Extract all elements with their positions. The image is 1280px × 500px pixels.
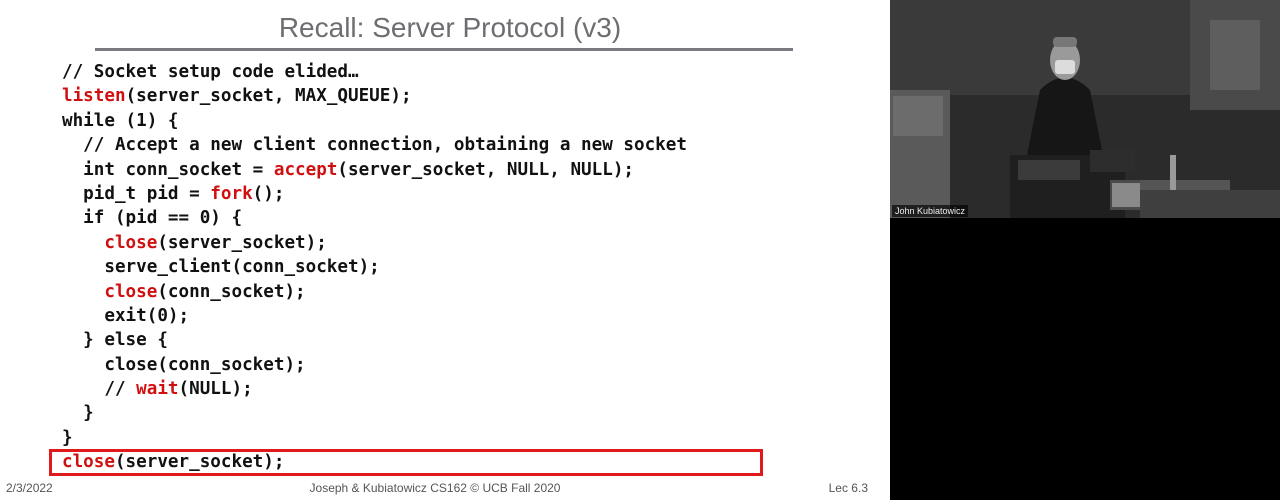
code-text: // Accept a new client connection, obtai… — [62, 135, 687, 156]
code-line: } — [62, 401, 687, 425]
code-keyword: fork — [210, 183, 253, 204]
code-text: close(conn_socket); — [62, 354, 306, 375]
code-text: while (1) { — [62, 110, 179, 131]
speaker-video: John Kubiatowicz — [890, 0, 1280, 218]
code-text: if (pid == 0) { — [62, 208, 243, 229]
code-text: (server_socket, NULL, NULL); — [337, 159, 635, 180]
code-line: } — [62, 426, 687, 450]
code-line: if (pid == 0) { — [62, 206, 687, 230]
code-keyword: listen — [62, 86, 126, 107]
code-line: listen(server_socket, MAX_QUEUE); — [62, 84, 687, 108]
code-line: // wait(NULL); — [62, 377, 687, 401]
footer-course: Joseph & Kubiatowicz CS162 © UCB Fall 20… — [309, 481, 561, 495]
video-frame-image — [890, 0, 1280, 218]
footer-lecture-number: Lec 6.3 — [828, 481, 868, 495]
code-text: (server_socket); — [157, 232, 327, 253]
code-text: } — [62, 427, 73, 448]
code-text: (); — [252, 183, 285, 204]
slide-title: Recall: Server Protocol (v3) — [278, 12, 622, 43]
code-line: int conn_socket = accept(server_socket, … — [62, 158, 687, 182]
title-underline — [95, 48, 793, 51]
code-text: } else { — [62, 330, 168, 351]
code-text: } — [62, 403, 94, 424]
code-block: // Socket setup code elided… listen(serve… — [62, 60, 687, 475]
code-line: } else { — [62, 328, 687, 352]
code-text: (NULL); — [178, 379, 253, 400]
highlight-box — [49, 449, 763, 476]
code-line: pid_t pid = fork(); — [62, 182, 687, 206]
code-line: close(conn_socket); — [62, 353, 687, 377]
code-keyword: close — [104, 281, 158, 302]
speaker-name-tag: John Kubiatowicz — [892, 205, 969, 217]
code-keyword: close — [104, 232, 158, 253]
code-line: serve_client(conn_socket); — [62, 255, 687, 279]
code-line: // Accept a new client connection, obtai… — [62, 133, 687, 157]
code-text: // — [62, 379, 137, 400]
code-line: // Socket setup code elided… — [62, 60, 687, 84]
code-text: // Socket setup code elided… — [62, 62, 359, 82]
code-text: pid_t pid = — [62, 183, 211, 204]
code-text: int conn_socket = — [62, 159, 274, 180]
code-line: close(conn_socket); — [62, 280, 687, 304]
code-text: (server_socket, MAX_QUEUE); — [125, 86, 412, 107]
code-keyword: wait — [136, 379, 179, 400]
code-line: exit(0); — [62, 304, 687, 328]
code-text: (conn_socket); — [157, 281, 306, 302]
code-text: exit(0); — [62, 305, 190, 326]
code-keyword: accept — [273, 159, 338, 180]
code-line: close(server_socket); — [62, 231, 687, 255]
code-line: while (1) { — [62, 109, 687, 133]
slide: Recall: Server Protocol (v3) // Socket s… — [0, 0, 890, 500]
code-text: serve_client(conn_socket); — [62, 257, 380, 278]
